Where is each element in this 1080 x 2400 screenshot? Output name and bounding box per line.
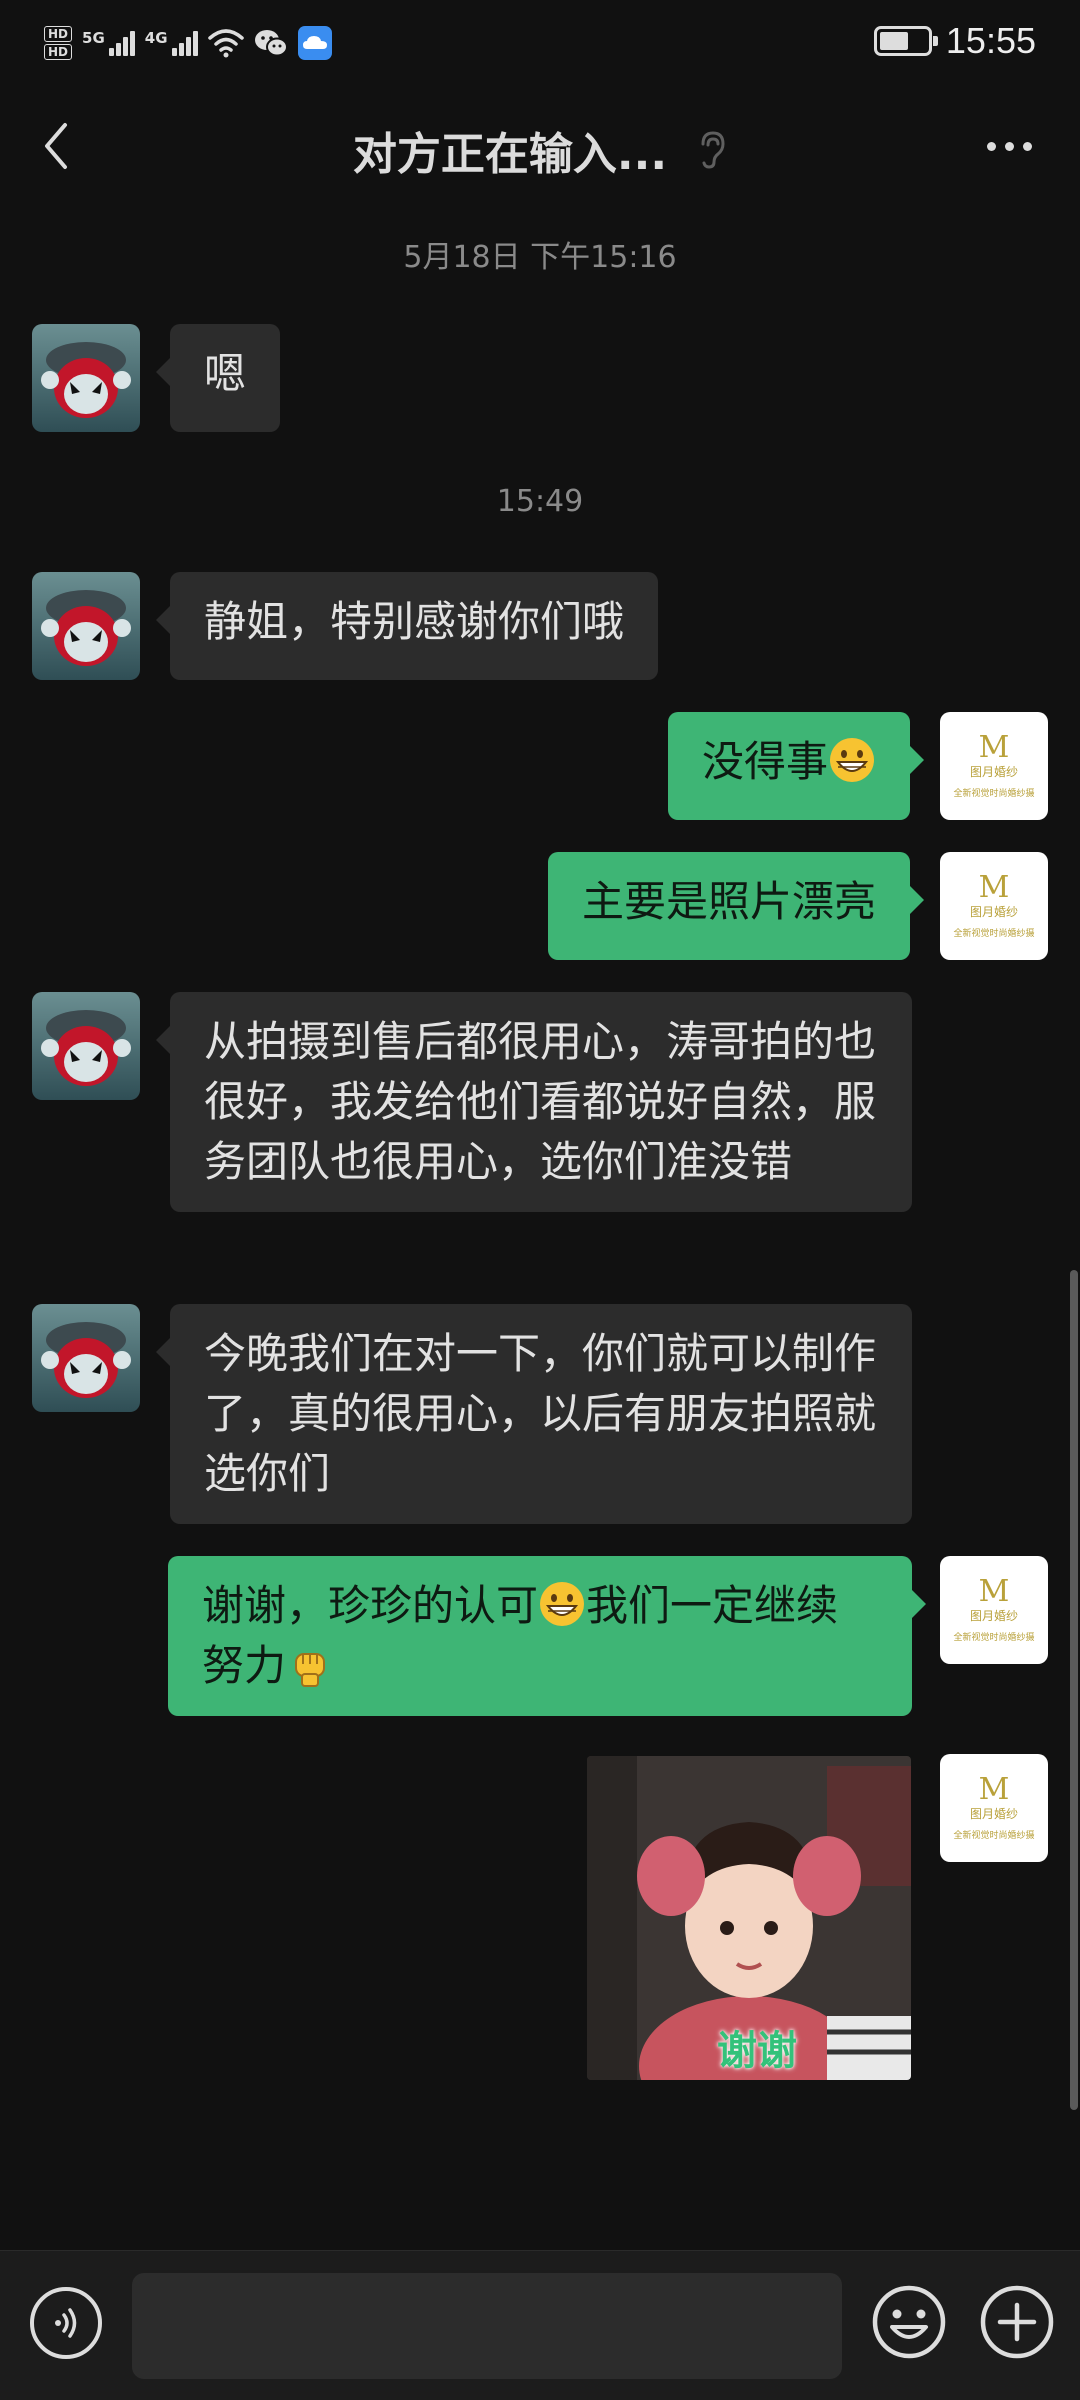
message-text: 从拍摄到售后都很用心，涛哥拍的也很好，我发给他们看都说好自然，服务团队也很用心，…: [204, 1017, 877, 1186]
message-bubble-outgoing[interactable]: 谢谢，珍珍的认可 我们一定继续努力: [168, 1556, 926, 1716]
wechat-icon: [254, 30, 288, 57]
status-bar: HD HD 5G 4G 15:55: [0, 0, 1080, 96]
message-text: 嗯: [204, 349, 247, 398]
message-text: 主要是照片漂亮: [581, 877, 876, 926]
clock: 15:55: [945, 20, 1036, 61]
more-options-button[interactable]: [964, 116, 1054, 176]
signal-4g-icon: 4G: [144, 28, 198, 56]
battery-fill: [879, 32, 908, 50]
sticker-message[interactable]: 谢谢: [587, 1756, 911, 2080]
brand-name: 图月婚纱: [969, 905, 1018, 919]
ear-icon: [701, 131, 725, 169]
self-avatar[interactable]: M 图月婚纱 全新视觉时尚婚纱摄: [940, 852, 1048, 960]
more-functions-button[interactable]: [978, 2283, 1056, 2361]
chat-header: 对方正在输入...: [0, 96, 1080, 206]
brand-tagline: 全新视觉时尚婚纱摄: [953, 1831, 1035, 1841]
message-bubble-incoming[interactable]: 静姐，特别感谢你们哦: [155, 572, 659, 680]
chat-timestamp: 5月18日 下午15:16: [403, 240, 677, 275]
hd-indicators: HD HD: [44, 26, 73, 60]
chat-title: 对方正在输入...: [352, 129, 668, 180]
title-wrap: 对方正在输入...: [0, 118, 1080, 182]
message-bubble-outgoing[interactable]: 主要是照片漂亮: [547, 852, 925, 960]
message-text: 谢谢，珍珍的认可: [202, 1581, 539, 1630]
dot-icon: [1022, 141, 1032, 151]
brand-tagline: 全新视觉时尚婚纱摄: [953, 1633, 1035, 1643]
message-text: 静姐，特别感谢你们哦: [204, 597, 625, 646]
brand-name: 图月婚纱: [969, 1609, 1018, 1623]
cloud-app-icon: [297, 26, 332, 60]
status-left: HD HD 5G 4G: [44, 26, 332, 60]
message-text: 今晚我们在对一下，你们就可以制作了，真的很用心，以后有朋友拍照就选你们: [204, 1329, 877, 1498]
masked-face-avatar-icon: [32, 1304, 140, 1412]
raised-fist-icon: [295, 1653, 326, 1687]
masked-face-avatar-icon: [32, 572, 140, 680]
sticker-caption: 谢谢: [717, 2028, 797, 2074]
contact-avatar[interactable]: [32, 992, 140, 1100]
brand-tagline: 全新视觉时尚婚纱摄: [953, 929, 1035, 939]
contact-avatar[interactable]: [32, 324, 140, 432]
plus-circle-icon: [980, 2285, 1054, 2359]
chat-timestamp: 15:49: [496, 484, 584, 519]
emoji-button[interactable]: [870, 2283, 948, 2361]
hd-badge: HD: [44, 26, 73, 42]
signal-5g-icon: 5G: [82, 28, 135, 56]
message-input[interactable]: [132, 2273, 842, 2379]
message-bubble-incoming[interactable]: 嗯: [155, 324, 281, 432]
voice-icon: [55, 2308, 77, 2338]
voice-input-button[interactable]: [30, 2287, 102, 2359]
brand-name: 图月婚纱: [969, 765, 1018, 779]
message-text: 没得事: [701, 737, 828, 786]
network-label: 5G: [82, 28, 105, 47]
self-avatar[interactable]: M 图月婚纱 全新视觉时尚婚纱摄: [940, 1754, 1048, 1862]
hd-badge: HD: [44, 44, 73, 60]
battery-icon: [873, 26, 938, 56]
grinning-face-icon: [830, 738, 874, 782]
network-label: 4G: [144, 28, 168, 47]
message-bubble-incoming[interactable]: 从拍摄到售后都很用心，涛哥拍的也很好，我发给他们看都说好自然，服务团队也很用心，…: [156, 992, 912, 1212]
brand-tagline: 全新视觉时尚婚纱摄: [953, 789, 1035, 799]
message-bubble-incoming[interactable]: 今晚我们在对一下，你们就可以制作了，真的很用心，以后有朋友拍照就选你们: [156, 1304, 912, 1524]
brand-logo-letter: M: [978, 870, 1010, 905]
brand-logo-letter: M: [978, 730, 1010, 765]
brand-logo-letter: M: [978, 1574, 1010, 1609]
brand-logo-letter: M: [978, 1772, 1010, 1807]
self-avatar[interactable]: M 图月婚纱 全新视觉时尚婚纱摄: [940, 1556, 1048, 1664]
input-bar: [0, 2250, 1080, 2400]
grinning-face-icon: [540, 1582, 585, 1626]
contact-avatar[interactable]: [32, 572, 140, 680]
dot-icon: [986, 141, 996, 151]
self-avatar[interactable]: M 图月婚纱 全新视觉时尚婚纱摄: [940, 712, 1048, 820]
status-right: 15:55: [873, 20, 1036, 62]
message-bubble-outgoing[interactable]: 没得事: [667, 712, 925, 820]
dot-icon: [1004, 141, 1014, 151]
chat-scrollbar[interactable]: [1070, 1270, 1078, 2110]
brand-name: 图月婚纱: [969, 1807, 1018, 1821]
masked-face-avatar-icon: [32, 992, 140, 1100]
smiley-icon: [872, 2285, 946, 2359]
wifi-icon: [207, 29, 244, 58]
contact-avatar[interactable]: [32, 1304, 140, 1412]
masked-face-avatar-icon: [32, 324, 140, 432]
